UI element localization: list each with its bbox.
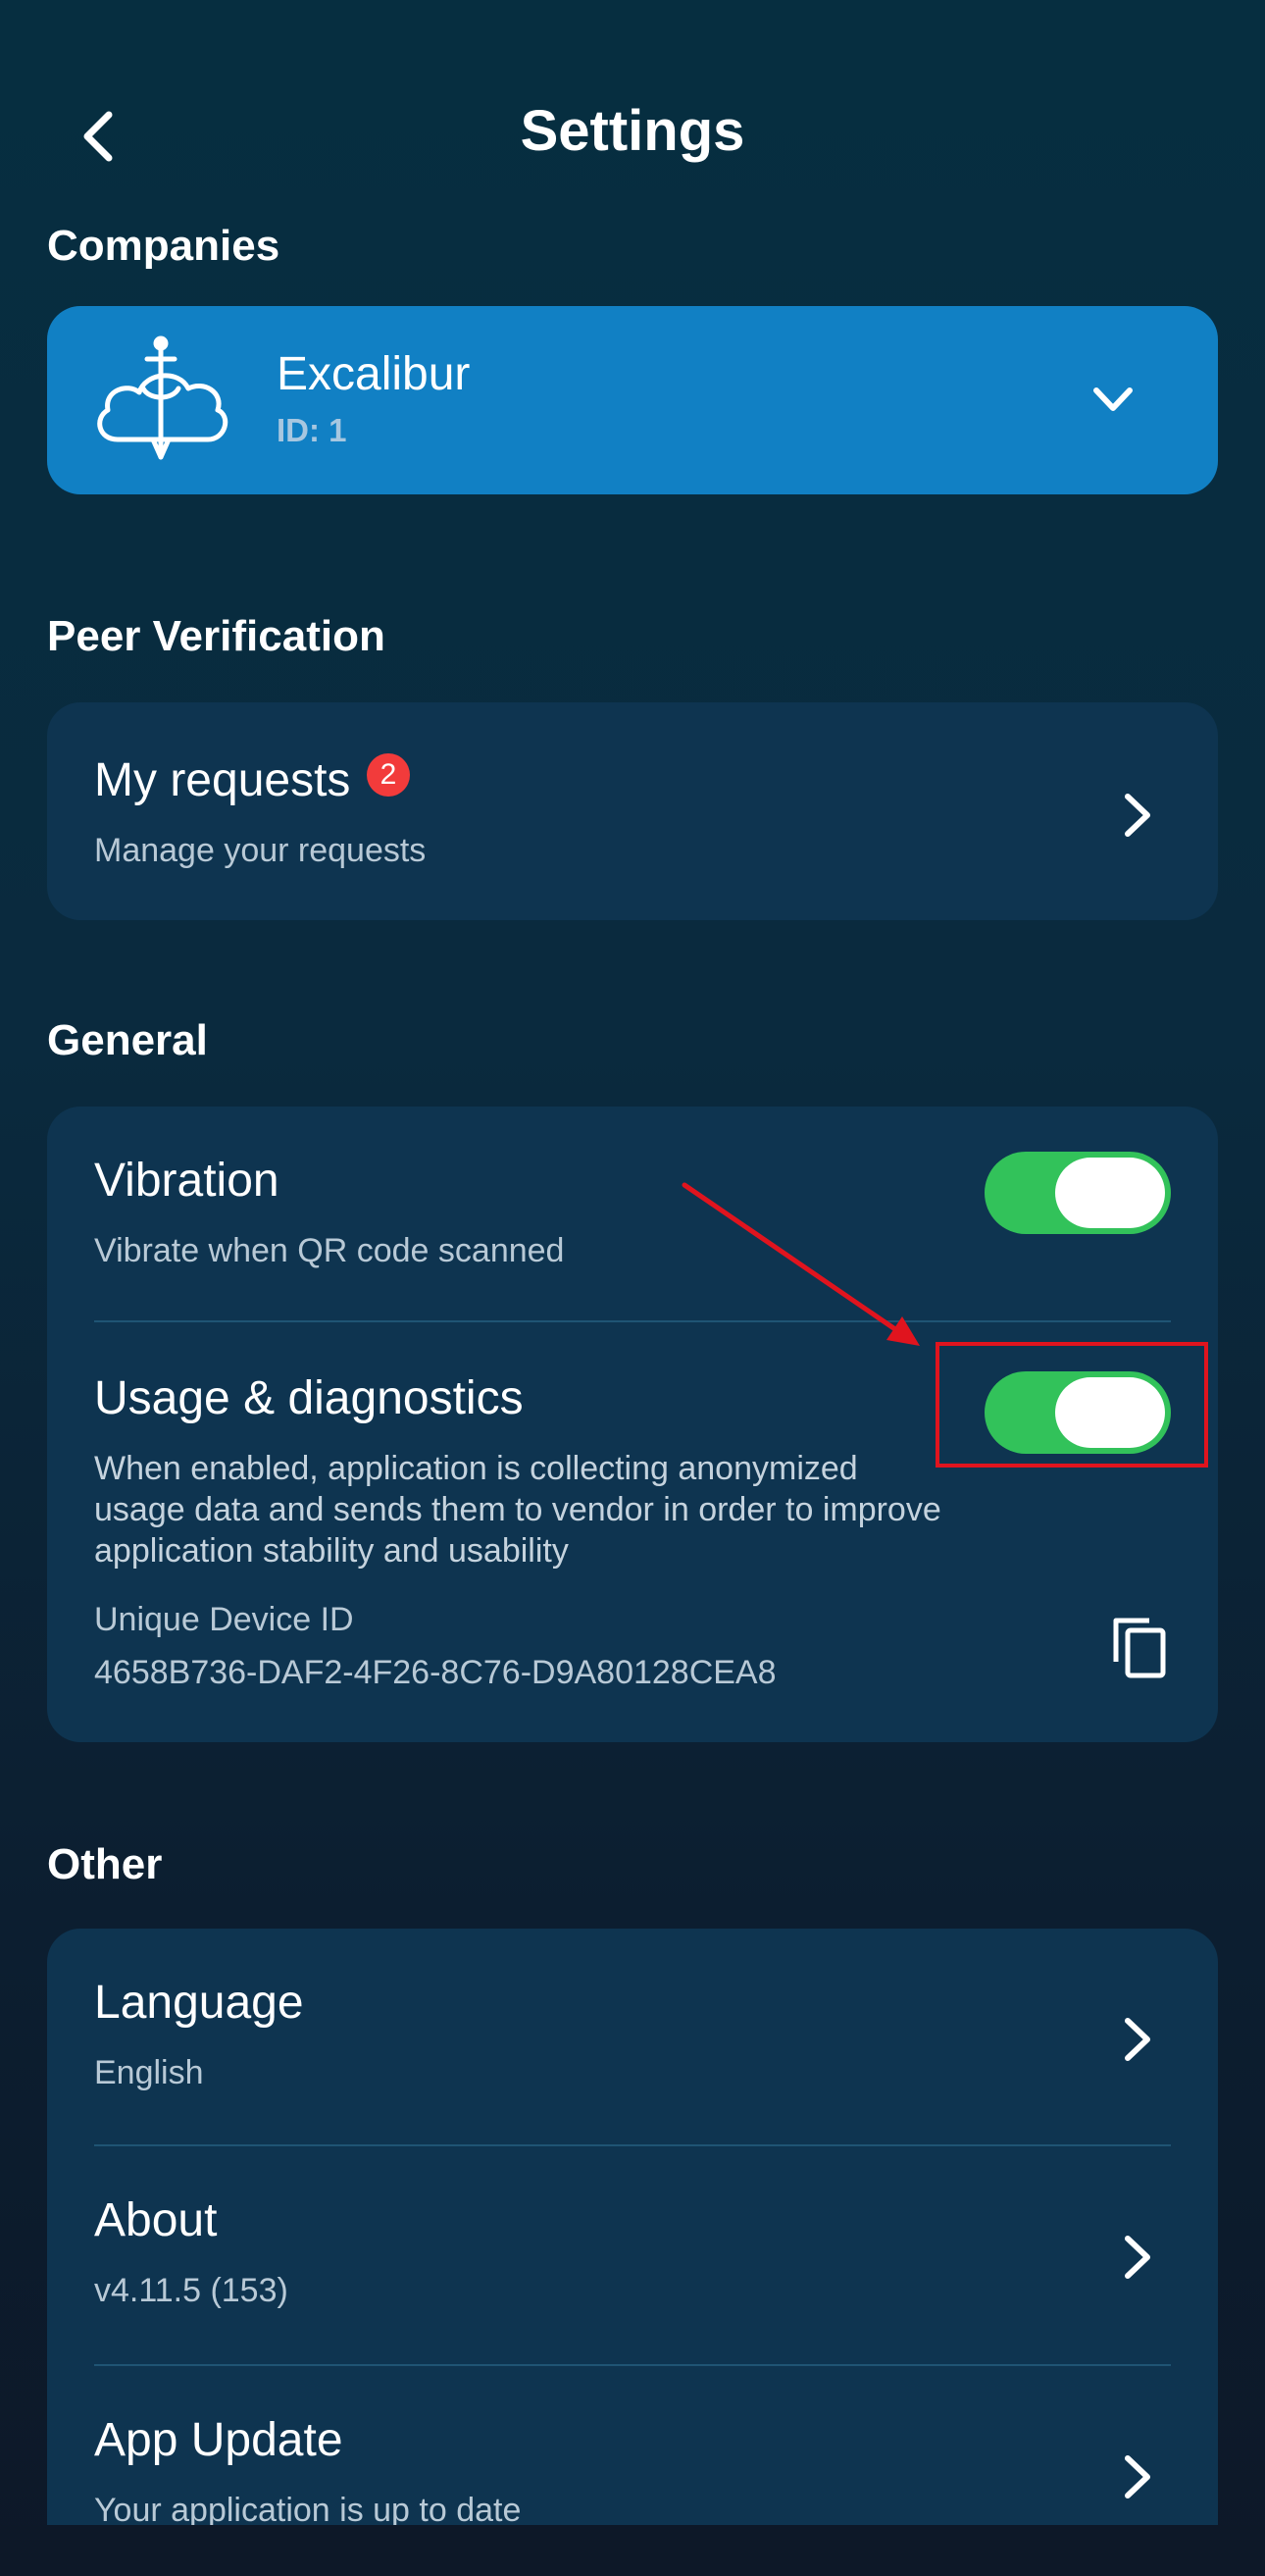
vibration-subtitle: Vibrate when QR code scanned bbox=[94, 1232, 565, 1269]
annotation-highlight-box bbox=[936, 1342, 1208, 1468]
annotation-arrow-icon bbox=[682, 1182, 920, 1346]
app-update-row[interactable]: App Update Your application is up to dat… bbox=[47, 2366, 1218, 2525]
requests-count-badge: 2 bbox=[367, 753, 410, 797]
section-title-companies: Companies bbox=[47, 222, 280, 270]
chevron-right-icon bbox=[1125, 2236, 1150, 2279]
copy-icon[interactable] bbox=[1110, 1615, 1169, 1679]
chevron-down-icon bbox=[1093, 387, 1133, 411]
app-update-title: App Update bbox=[94, 2414, 343, 2466]
section-title-peer-verification: Peer Verification bbox=[47, 612, 385, 660]
other-card: Language English About v4.11.5 (153) App… bbox=[47, 1929, 1218, 2525]
section-title-general: General bbox=[47, 1016, 208, 1064]
about-title: About bbox=[94, 2194, 218, 2246]
section-title-other: Other bbox=[47, 1840, 163, 1888]
usage-diagnostics-title: Usage & diagnostics bbox=[94, 1372, 524, 1424]
language-row[interactable]: Language English bbox=[47, 1929, 1218, 2144]
chevron-right-icon bbox=[1125, 2018, 1150, 2061]
company-id: ID: 1 bbox=[277, 412, 347, 448]
about-value: v4.11.5 (153) bbox=[94, 2272, 288, 2309]
device-id-label: Unique Device ID bbox=[94, 1601, 354, 1638]
my-requests-subtitle: Manage your requests bbox=[94, 832, 427, 869]
my-requests-row[interactable]: My requests 2 Manage your requests bbox=[47, 702, 1218, 920]
divider bbox=[94, 1320, 1171, 1322]
bottom-safe-area bbox=[0, 2525, 1265, 2576]
company-name: Excalibur bbox=[277, 348, 471, 400]
toggle-knob bbox=[1055, 1158, 1165, 1228]
vibration-title: Vibration bbox=[94, 1155, 279, 1207]
company-logo-icon bbox=[97, 335, 228, 460]
language-value: English bbox=[94, 2054, 204, 2091]
vibration-toggle[interactable] bbox=[985, 1152, 1171, 1234]
usage-diagnostics-description: When enabled, application is collecting … bbox=[94, 1450, 941, 1570]
device-id-value: 4658B736-DAF2-4F26-8C76-D9A80128CEA8 bbox=[94, 1654, 777, 1691]
chevron-right-icon bbox=[1125, 2455, 1150, 2499]
page-title: Settings bbox=[520, 99, 745, 163]
about-row[interactable]: About v4.11.5 (153) bbox=[47, 2146, 1218, 2364]
language-title: Language bbox=[94, 1977, 304, 2029]
chevron-right-icon bbox=[1125, 794, 1150, 837]
app-update-value: Your application is up to date bbox=[94, 2492, 522, 2525]
my-requests-title: My requests bbox=[94, 754, 351, 806]
company-selector[interactable]: Excalibur ID: 1 bbox=[47, 306, 1218, 494]
